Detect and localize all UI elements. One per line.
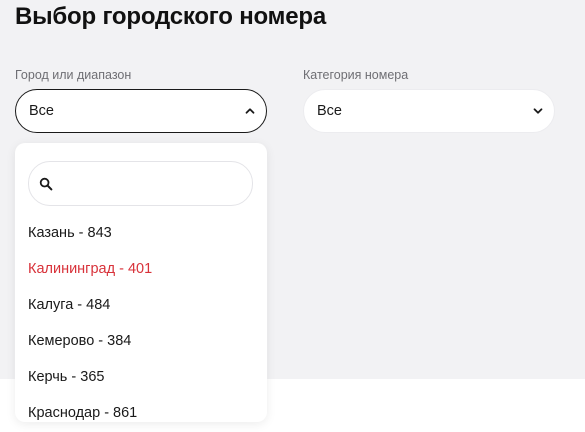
- dropdown-option[interactable]: Калуга - 484: [15, 287, 267, 323]
- page-title: Выбор городского номера: [15, 3, 326, 30]
- search-icon: [39, 177, 53, 191]
- city-dropdown-panel: Казань - 843 Калининград - 401 Калуга - …: [15, 143, 267, 422]
- category-filter-value: Все: [317, 103, 342, 119]
- chevron-up-icon: [245, 108, 255, 114]
- category-filter-select[interactable]: Все: [303, 89, 555, 133]
- city-filter-value: Все: [29, 103, 54, 119]
- dropdown-options-list: Казань - 843 Калининград - 401 Калуга - …: [15, 215, 267, 422]
- dropdown-option[interactable]: Казань - 843: [15, 215, 267, 251]
- dropdown-option[interactable]: Керчь - 365: [15, 359, 267, 395]
- dropdown-option[interactable]: Калининград - 401: [15, 251, 267, 287]
- city-filter-label: Город или диапазон: [15, 68, 132, 82]
- category-filter-label: Категория номера: [303, 68, 409, 82]
- dropdown-search-box[interactable]: [28, 161, 253, 206]
- chevron-down-icon: [533, 108, 543, 114]
- city-filter-select[interactable]: Все: [15, 89, 267, 133]
- dropdown-search-input[interactable]: [61, 172, 241, 196]
- dropdown-option[interactable]: Кемерово - 384: [15, 323, 267, 359]
- dropdown-option[interactable]: Краснодар - 861: [15, 395, 267, 422]
